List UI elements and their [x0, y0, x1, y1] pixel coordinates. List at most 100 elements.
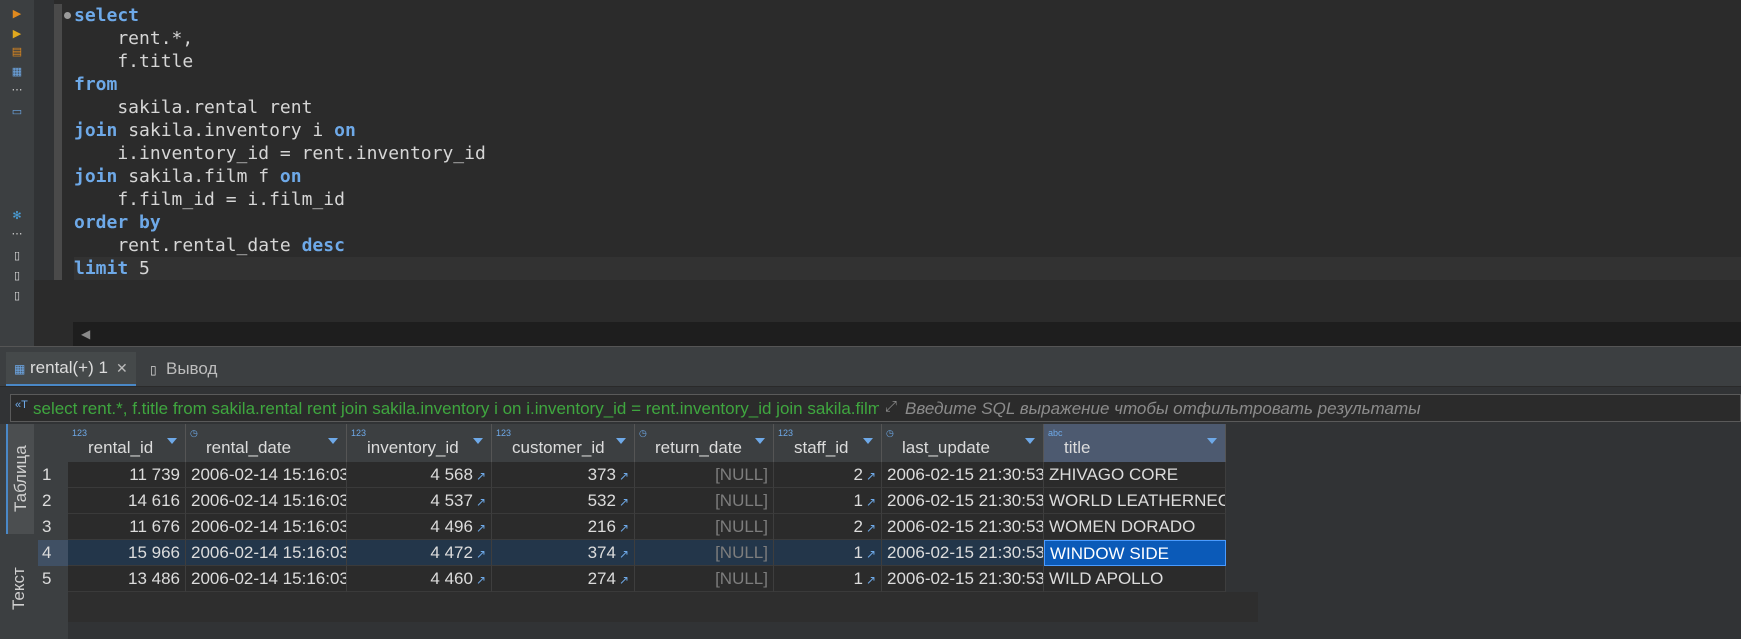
cell-inventory-id[interactable]: 4 537 ↗: [347, 488, 492, 514]
execute-statement-icon[interactable]: ▶: [10, 8, 24, 20]
cell-title[interactable]: WORLD LEATHERNECKS: [1044, 488, 1226, 514]
load-script-icon[interactable]: ▯: [10, 250, 24, 262]
open-reference-icon[interactable]: ↗: [476, 495, 486, 509]
cell-rental-id[interactable]: 13 486: [68, 566, 186, 592]
table-row[interactable]: 3 11 676 2006-02-14 15:16:03 4 496 ↗ 216 ↗ [NUL…: [38, 514, 1741, 540]
column-header-customer-id[interactable]: 123 customer_id: [492, 424, 635, 462]
cell-rental-id[interactable]: 15 966: [68, 540, 186, 566]
column-header-inventory-id[interactable]: 123 inventory_id: [347, 424, 492, 462]
row-number[interactable]: 3: [38, 514, 68, 540]
open-reference-icon[interactable]: ↗: [866, 495, 876, 509]
open-reference-icon[interactable]: ↗: [866, 521, 876, 535]
cell-last-update[interactable]: 2006-02-15 21:30:53: [882, 514, 1044, 540]
close-icon[interactable]: ✕: [116, 360, 128, 377]
sort-arrow-icon[interactable]: [473, 438, 483, 444]
cell-staff-id[interactable]: 2 ↗: [774, 514, 882, 540]
cell-title[interactable]: WINDOW SIDE: [1044, 540, 1226, 566]
cell-staff-id[interactable]: 1 ↗: [774, 488, 882, 514]
cell-staff-id[interactable]: 1 ↗: [774, 566, 882, 592]
cell-staff-id[interactable]: 2 ↗: [774, 462, 882, 488]
code-line[interactable]: join sakila.inventory i on: [74, 119, 1741, 142]
cell-rental-date[interactable]: 2006-02-14 15:16:03: [186, 514, 347, 540]
cell-rental-id[interactable]: 14 616: [68, 488, 186, 514]
code-line[interactable]: f.film_id = i.film_id: [74, 188, 1741, 211]
open-reference-icon[interactable]: ↗: [866, 469, 876, 483]
cell-rental-id[interactable]: 11 676: [68, 514, 186, 540]
sql-code[interactable]: select rent.*, f.title from sakila.rental…: [74, 4, 1741, 280]
terminal-icon[interactable]: ▭: [10, 106, 24, 118]
row-number[interactable]: 4: [38, 540, 68, 566]
execute-in-new-tab-icon[interactable]: ▶: [10, 28, 24, 40]
code-line[interactable]: select: [74, 4, 1741, 27]
open-reference-icon[interactable]: ↗: [476, 469, 486, 483]
table-row[interactable]: 1 11 739 2006-02-14 15:16:03 4 568 ↗ 373 ↗ [NUL…: [38, 462, 1741, 488]
cell-customer-id[interactable]: 532 ↗: [492, 488, 635, 514]
export-icon[interactable]: ▯: [10, 290, 24, 302]
cell-inventory-id[interactable]: 4 496 ↗: [347, 514, 492, 540]
column-header-rental-id[interactable]: 123 rental_id: [68, 424, 186, 462]
cell-return-date[interactable]: [NULL]: [635, 540, 774, 566]
cell-last-update[interactable]: 2006-02-15 21:30:53: [882, 462, 1044, 488]
result-filter-bar[interactable]: «T select rent.*, f.title from sakila.re…: [10, 394, 1741, 422]
open-reference-icon[interactable]: ↗: [476, 521, 486, 535]
cell-customer-id[interactable]: 216 ↗: [492, 514, 635, 540]
code-line[interactable]: limit 5: [74, 257, 1741, 280]
cell-inventory-id[interactable]: 4 472 ↗: [347, 540, 492, 566]
cell-customer-id[interactable]: 274 ↗: [492, 566, 635, 592]
table-row[interactable]: 2 14 616 2006-02-14 15:16:03 4 537 ↗ 532 ↗ [NUL…: [38, 488, 1741, 514]
cell-staff-id[interactable]: 1 ↗: [774, 540, 882, 566]
sort-arrow-icon[interactable]: [1025, 438, 1035, 444]
open-reference-icon[interactable]: ↗: [476, 547, 486, 561]
expand-icon[interactable]: ⤢: [885, 398, 897, 415]
more-icon[interactable]: ⋯: [10, 84, 24, 96]
cell-return-date[interactable]: [NULL]: [635, 488, 774, 514]
table-row[interactable]: 4 15 966 2006-02-14 15:16:03 4 472 ↗ 374 ↗ [NUL…: [38, 540, 1741, 566]
open-reference-icon[interactable]: ↗: [619, 521, 629, 535]
filter-query-text[interactable]: select rent.*, f.title from sakila.renta…: [33, 399, 879, 419]
table-row[interactable]: 5 13 486 2006-02-14 15:16:03 4 460 ↗ 274 ↗ [NUL…: [38, 566, 1741, 592]
cell-rental-date[interactable]: 2006-02-14 15:16:03: [186, 540, 347, 566]
open-reference-icon[interactable]: ↗: [866, 547, 876, 561]
row-number[interactable]: 5: [38, 566, 68, 592]
code-line[interactable]: from: [74, 73, 1741, 96]
sort-arrow-icon[interactable]: [616, 438, 626, 444]
settings-icon[interactable]: ✻: [10, 210, 24, 222]
open-reference-icon[interactable]: ↗: [619, 495, 629, 509]
cell-rental-date[interactable]: 2006-02-14 15:16:03: [186, 462, 347, 488]
cell-rental-date[interactable]: 2006-02-14 15:16:03: [186, 566, 347, 592]
code-line[interactable]: rent.rental_date desc: [74, 234, 1741, 257]
editor-horizontal-scrollbar[interactable]: ◀: [73, 322, 1741, 346]
cell-rental-id[interactable]: 11 739: [68, 462, 186, 488]
open-reference-icon[interactable]: ↗: [476, 573, 486, 587]
scroll-left-icon[interactable]: ◀: [81, 327, 90, 341]
execute-script-icon[interactable]: ▤: [10, 46, 24, 58]
more-icon-2[interactable]: ⋯: [10, 228, 24, 240]
cell-title[interactable]: WILD APOLLO: [1044, 566, 1226, 592]
code-line[interactable]: f.title: [74, 50, 1741, 73]
results-grid[interactable]: 123 rental_id ◷ rental_date 123 inventory_id 1…: [38, 424, 1741, 639]
code-line[interactable]: order by: [74, 211, 1741, 234]
sql-editor[interactable]: select rent.*, f.title from sakila.rental…: [62, 0, 1741, 322]
column-header-rental-date[interactable]: ◷ rental_date: [186, 424, 347, 462]
open-reference-icon[interactable]: ↗: [619, 573, 629, 587]
cell-last-update[interactable]: 2006-02-15 21:30:53: [882, 566, 1044, 592]
cell-inventory-id[interactable]: 4 568 ↗: [347, 462, 492, 488]
open-reference-icon[interactable]: ↗: [619, 469, 629, 483]
column-header-return-date[interactable]: ◷ return_date: [635, 424, 774, 462]
sort-arrow-icon[interactable]: [167, 438, 177, 444]
cell-return-date[interactable]: [NULL]: [635, 514, 774, 540]
cell-last-update[interactable]: 2006-02-15 21:30:53: [882, 488, 1044, 514]
cell-inventory-id[interactable]: 4 460 ↗: [347, 566, 492, 592]
cell-last-update[interactable]: 2006-02-15 21:30:53: [882, 540, 1044, 566]
cell-title[interactable]: WOMEN DORADO: [1044, 514, 1226, 540]
cell-return-date[interactable]: [NULL]: [635, 566, 774, 592]
row-number[interactable]: 1: [38, 462, 68, 488]
sort-arrow-icon[interactable]: [755, 438, 765, 444]
column-header-staff-id[interactable]: 123 staff_id: [774, 424, 882, 462]
side-tab-text[interactable]: Текст: [6, 544, 32, 634]
code-line[interactable]: i.inventory_id = rent.inventory_id: [74, 142, 1741, 165]
filter-input[interactable]: Введите SQL выражение чтобы отфильтроват…: [905, 399, 1421, 419]
fold-marker-icon[interactable]: [64, 12, 71, 19]
column-header-last-update[interactable]: ◷ last_update: [882, 424, 1044, 462]
column-header-title[interactable]: abc title: [1044, 424, 1226, 462]
